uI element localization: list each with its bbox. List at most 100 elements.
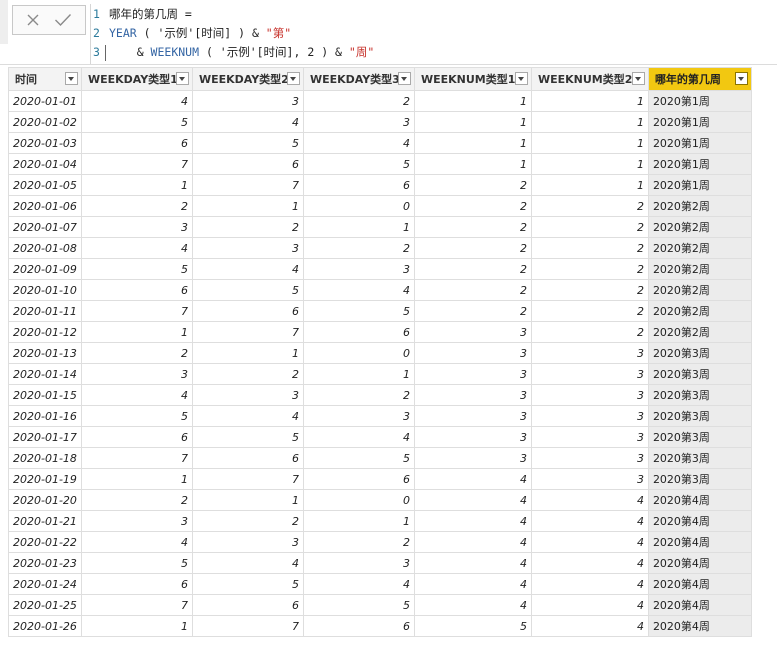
table-cell[interactable]: 2020-01-16 xyxy=(8,405,82,427)
table-cell[interactable]: 4 xyxy=(530,510,649,532)
table-cell[interactable]: 4 xyxy=(413,510,532,532)
table-cell[interactable]: 2 xyxy=(530,300,649,322)
table-cell[interactable]: 1 xyxy=(191,342,304,364)
table-cell[interactable]: 1 xyxy=(302,363,415,385)
formula-editor[interactable]: 1 哪年的第几周 = 2 YEAR ( '示例'[时间] ) & "第" 3 & WEE… xyxy=(90,4,777,64)
table-cell[interactable]: 3 xyxy=(413,447,532,469)
table-cell[interactable]: 7 xyxy=(80,594,193,616)
table-cell[interactable]: 4 xyxy=(413,531,532,553)
table-cell[interactable]: 2020第1周 xyxy=(647,132,752,154)
column-header[interactable]: WEEKDAY类型1 xyxy=(80,67,193,91)
table-cell[interactable]: 2 xyxy=(191,216,304,238)
table-cell[interactable]: 2 xyxy=(302,384,415,406)
table-cell[interactable]: 6 xyxy=(302,468,415,490)
table-cell[interactable]: 4 xyxy=(191,405,304,427)
table-cell[interactable]: 2 xyxy=(413,300,532,322)
column-header[interactable]: WEEKNUM类型1 xyxy=(413,67,532,91)
column-header[interactable]: WEEKDAY类型2 xyxy=(191,67,304,91)
table-cell[interactable]: 2020第3周 xyxy=(647,342,752,364)
table-cell[interactable]: 2 xyxy=(530,258,649,280)
table-cell[interactable]: 4 xyxy=(530,489,649,511)
table-cell[interactable]: 2 xyxy=(302,531,415,553)
table-cell[interactable]: 2 xyxy=(413,174,532,196)
table-cell[interactable]: 4 xyxy=(80,531,193,553)
table-cell[interactable]: 2020第4周 xyxy=(647,489,752,511)
table-cell[interactable]: 2020-01-20 xyxy=(8,489,82,511)
table-cell[interactable]: 5 xyxy=(413,615,532,637)
table-cell[interactable]: 1 xyxy=(413,153,532,175)
table-cell[interactable]: 4 xyxy=(191,258,304,280)
table-cell[interactable]: 2020-01-09 xyxy=(8,258,82,280)
table-cell[interactable]: 2020第4周 xyxy=(647,615,752,637)
table-cell[interactable]: 6 xyxy=(191,153,304,175)
table-cell[interactable]: 1 xyxy=(302,216,415,238)
table-cell[interactable]: 6 xyxy=(302,321,415,343)
cancel-formula-button[interactable] xyxy=(21,8,45,32)
table-cell[interactable]: 4 xyxy=(191,111,304,133)
table-cell[interactable]: 2020第1周 xyxy=(647,111,752,133)
table-cell[interactable]: 4 xyxy=(413,552,532,574)
table-cell[interactable]: 6 xyxy=(80,573,193,595)
column-header[interactable]: 时间 xyxy=(8,67,82,91)
table-cell[interactable]: 2020第4周 xyxy=(647,552,752,574)
table-cell[interactable]: 4 xyxy=(413,573,532,595)
table-cell[interactable]: 0 xyxy=(302,195,415,217)
table-cell[interactable]: 2 xyxy=(530,237,649,259)
table-cell[interactable]: 2020-01-11 xyxy=(8,300,82,322)
table-cell[interactable]: 6 xyxy=(191,447,304,469)
table-cell[interactable]: 2 xyxy=(80,489,193,511)
table-cell[interactable]: 1 xyxy=(302,510,415,532)
table-cell[interactable]: 2020-01-02 xyxy=(8,111,82,133)
table-cell[interactable]: 2 xyxy=(302,237,415,259)
table-cell[interactable]: 2020-01-01 xyxy=(8,90,82,112)
table-cell[interactable]: 1 xyxy=(191,195,304,217)
table-cell[interactable]: 2020第2周 xyxy=(647,258,752,280)
table-cell[interactable]: 3 xyxy=(530,384,649,406)
table-cell[interactable]: 1 xyxy=(191,489,304,511)
table-cell[interactable]: 2 xyxy=(530,195,649,217)
table-cell[interactable]: 1 xyxy=(530,90,649,112)
column-filter-button[interactable] xyxy=(64,72,78,85)
table-cell[interactable]: 5 xyxy=(302,300,415,322)
table-cell[interactable]: 2 xyxy=(191,363,304,385)
table-cell[interactable]: 2020-01-23 xyxy=(8,552,82,574)
table-cell[interactable]: 2020-01-21 xyxy=(8,510,82,532)
column-filter-button[interactable] xyxy=(631,72,645,85)
table-cell[interactable]: 2 xyxy=(413,279,532,301)
table-cell[interactable]: 2020第2周 xyxy=(647,237,752,259)
table-cell[interactable]: 5 xyxy=(302,153,415,175)
table-cell[interactable]: 5 xyxy=(80,258,193,280)
table-cell[interactable]: 3 xyxy=(413,363,532,385)
table-cell[interactable]: 3 xyxy=(413,321,532,343)
table-cell[interactable]: 3 xyxy=(413,405,532,427)
table-cell[interactable]: 5 xyxy=(191,132,304,154)
table-cell[interactable]: 2 xyxy=(191,510,304,532)
table-cell[interactable]: 7 xyxy=(191,321,304,343)
table-cell[interactable]: 4 xyxy=(302,279,415,301)
table-cell[interactable]: 2 xyxy=(530,321,649,343)
table-cell[interactable]: 4 xyxy=(80,237,193,259)
table-cell[interactable]: 2020-01-14 xyxy=(8,363,82,385)
table-cell[interactable]: 3 xyxy=(80,216,193,238)
table-cell[interactable]: 2020-01-12 xyxy=(8,321,82,343)
table-cell[interactable]: 7 xyxy=(191,468,304,490)
table-cell[interactable]: 2 xyxy=(530,279,649,301)
table-cell[interactable]: 3 xyxy=(302,111,415,133)
table-cell[interactable]: 2020第4周 xyxy=(647,594,752,616)
table-cell[interactable]: 2020-01-05 xyxy=(8,174,82,196)
table-cell[interactable]: 2020-01-26 xyxy=(8,615,82,637)
table-cell[interactable]: 2020-01-24 xyxy=(8,573,82,595)
table-cell[interactable]: 3 xyxy=(413,426,532,448)
column-header[interactable]: WEEKNUM类型2 xyxy=(530,67,649,91)
table-cell[interactable]: 4 xyxy=(530,552,649,574)
table-cell[interactable]: 4 xyxy=(302,426,415,448)
table-cell[interactable]: 5 xyxy=(191,279,304,301)
table-cell[interactable]: 6 xyxy=(191,594,304,616)
table-cell[interactable]: 0 xyxy=(302,489,415,511)
column-filter-button[interactable] xyxy=(514,72,528,85)
table-cell[interactable]: 2020-01-08 xyxy=(8,237,82,259)
table-cell[interactable]: 3 xyxy=(80,363,193,385)
table-cell[interactable]: 3 xyxy=(530,405,649,427)
table-cell[interactable]: 1 xyxy=(80,615,193,637)
table-cell[interactable]: 4 xyxy=(530,594,649,616)
